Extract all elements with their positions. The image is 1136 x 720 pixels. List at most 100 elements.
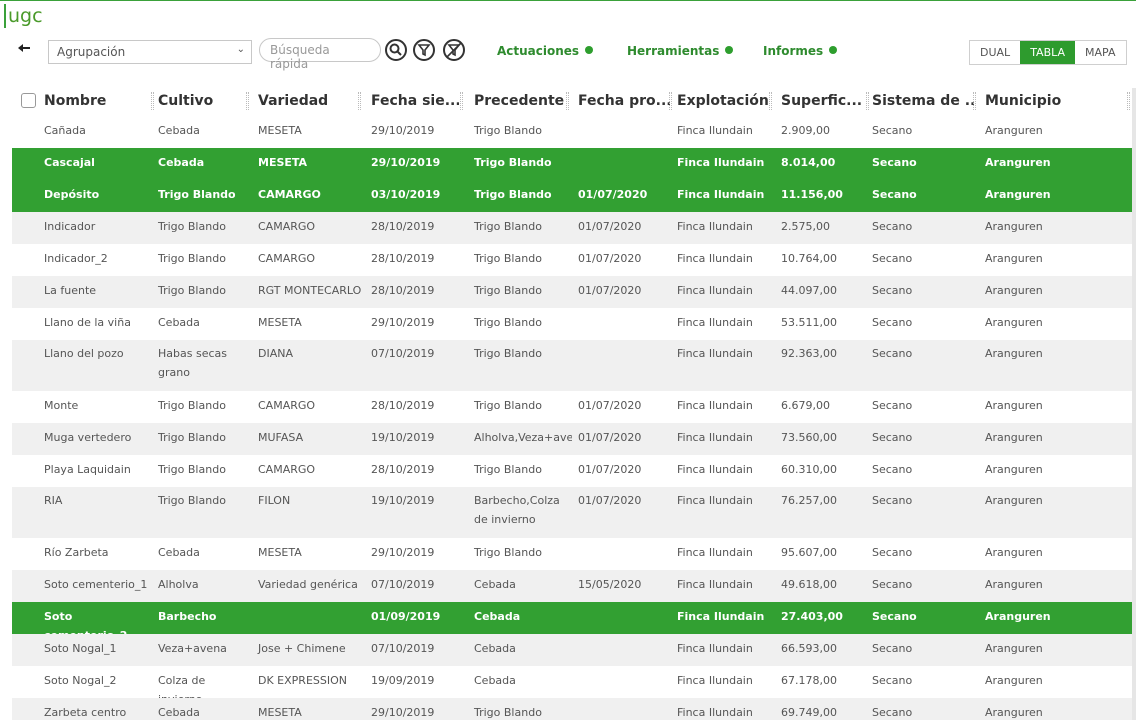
table-row[interactable]: Llano de la viña Cebada MESETA 29/10/2019 Tr… — [12, 308, 1136, 340]
cell-nombre: Soto Nogal_1 — [44, 642, 117, 655]
cell-nombre: Soto Nogal_2 — [44, 674, 117, 687]
cell-explotacion: Finca Ilundain — [677, 347, 753, 360]
cell-nombre: Soto cementerio_1 — [44, 578, 148, 591]
cell-superficie: 27.403,00 — [781, 610, 843, 623]
clear-filter-icon[interactable] — [443, 39, 465, 61]
table-row[interactable]: La fuente Trigo Blando RGT MONTECARLO 28/10… — [12, 276, 1136, 308]
cell-explotacion: Finca Ilundain — [677, 642, 753, 655]
cell-explotacion: Finca Ilundain — [677, 578, 753, 591]
cell-fecha-prevista: 01/07/2020 — [578, 284, 642, 297]
cell-sistema: Secano — [872, 347, 913, 360]
cell-superficie: 49.618,00 — [781, 578, 837, 591]
menu-herramientas[interactable]: Herramientas — [627, 44, 734, 58]
column-separator[interactable] — [973, 92, 976, 110]
col-header-municipio[interactable]: Municipio — [979, 88, 1091, 114]
cell-cultivo: Trigo Blando — [158, 252, 226, 265]
col-header-precedente[interactable]: Precedente — [468, 88, 566, 114]
cell-fecha-prevista: 01/07/2020 — [578, 399, 642, 412]
cell-superficie: 69.749,00 — [781, 706, 837, 719]
cell-nombre: Llano de la viña — [44, 316, 131, 329]
cell-explotacion: Finca Ilundain — [677, 284, 753, 297]
filter-icon[interactable] — [413, 39, 435, 61]
cell-fecha-siembra: 28/10/2019 — [371, 463, 435, 476]
table-row[interactable]: Indicador Trigo Blando CAMARGO 28/10/2019 Tr… — [12, 212, 1136, 244]
cell-variedad: RGT MONTECARLO — [258, 284, 362, 297]
cell-cultivo: Trigo Blando — [158, 188, 236, 201]
table-row[interactable]: Cascajal Cebada MESETA 29/10/2019 Trigo Blan… — [12, 148, 1136, 180]
table-row[interactable]: Río Zarbeta Cebada MESETA 29/10/2019 Trigo B… — [12, 538, 1136, 570]
column-separator[interactable] — [566, 92, 569, 110]
table-row[interactable]: Soto cementerio_2Barbecho01/09/2019Cebad… — [12, 602, 1136, 642]
column-separator[interactable] — [460, 92, 463, 110]
col-header-sistema[interactable]: Sistema de ... — [866, 88, 976, 114]
cell-sistema: Secano — [872, 610, 917, 623]
menu-informes[interactable]: Informes — [763, 44, 838, 58]
col-header-explotacion[interactable]: Explotación — [671, 88, 769, 114]
menu-herramientas-label: Herramientas — [627, 44, 720, 58]
cell-precedente: Trigo Blando — [474, 546, 542, 559]
cell-variedad: CAMARGO — [258, 188, 321, 201]
cell-cultivo: Cebada — [158, 316, 200, 329]
table-row[interactable]: RIA Trigo Blando FILON 19/10/2019 Barbecho,C… — [12, 487, 1136, 538]
cell-superficie: 67.178,00 — [781, 674, 837, 687]
column-separator[interactable] — [1127, 92, 1130, 110]
table-row[interactable]: Indicador_2 Trigo Blando CAMARGO 28/10/2019… — [12, 244, 1136, 276]
table-row[interactable]: Soto cementerio_1 Alholva Variedad genéric… — [12, 570, 1136, 602]
cell-variedad: CAMARGO — [258, 220, 316, 233]
table-row[interactable]: Zarbeta centro Cebada MESETA 29/10/2019 Trig… — [12, 698, 1136, 720]
cell-superficie: 53.511,00 — [781, 316, 837, 329]
col-header-fecha-prevista[interactable]: Fecha pro... — [572, 88, 670, 114]
table-row[interactable]: Monte Trigo Blando CAMARGO 28/10/2019 Trigo … — [12, 391, 1136, 423]
select-all-checkbox[interactable] — [21, 93, 36, 108]
cell-variedad: MESETA — [258, 156, 308, 169]
cell-nombre: RIA — [44, 494, 63, 507]
col-header-fecha-siembra[interactable]: Fecha sie... — [365, 88, 459, 114]
table-row[interactable]: Cañada Cebada MESETA 29/10/2019 Trigo Blando… — [12, 116, 1136, 148]
cell-fecha-siembra: 29/10/2019 — [371, 546, 435, 559]
cell-cultivo: Alholva — [158, 578, 199, 591]
col-header-variedad[interactable]: Variedad — [252, 88, 356, 114]
cell-superficie: 92.363,00 — [781, 347, 837, 360]
cell-superficie: 2.909,00 — [781, 124, 830, 137]
cell-superficie: 2.575,00 — [781, 220, 830, 233]
column-separator[interactable] — [769, 92, 772, 110]
table-row[interactable]: Llano del pozo Habas secas grano DIANA 07/1… — [12, 340, 1136, 391]
cell-variedad: FILON — [258, 494, 291, 507]
view-toggle: DUAL TABLA MAPA — [969, 40, 1127, 65]
col-header-superficie[interactable]: Superfic... — [775, 88, 869, 114]
back-arrow-icon[interactable] — [17, 41, 33, 57]
view-mapa-button[interactable]: MAPA — [1075, 41, 1126, 64]
agrupacion-label: Agrupación — [57, 45, 126, 59]
menu-actuaciones[interactable]: Actuaciones — [497, 44, 594, 58]
column-separator[interactable] — [358, 92, 361, 110]
cell-nombre: Cañada — [44, 124, 86, 137]
col-header-cultivo[interactable]: Cultivo — [152, 88, 248, 114]
scrollbar[interactable] — [1132, 88, 1136, 720]
table-row[interactable]: Muga vertedero Trigo Blando MUFASA 19/10/20… — [12, 423, 1136, 455]
cell-explotacion: Finca Ilundain — [677, 124, 753, 137]
agrupacion-select[interactable]: Agrupación ⌄ — [48, 40, 252, 64]
view-tabla-button[interactable]: TABLA — [1020, 41, 1076, 64]
table-row[interactable]: Playa Laquidain Trigo Blando CAMARGO 28/10/… — [12, 455, 1136, 487]
cell-sistema: Secano — [872, 399, 913, 412]
menu-actuaciones-label: Actuaciones — [497, 44, 580, 58]
cell-sistema: Secano — [872, 642, 913, 655]
cell-explotacion: Finca Ilundain — [677, 316, 753, 329]
title-bar: ugc — [0, 0, 1136, 34]
cell-cultivo: Trigo Blando — [158, 463, 226, 476]
search-input[interactable]: Búsqueda rápida — [259, 38, 381, 71]
cell-superficie: 6.679,00 — [781, 399, 830, 412]
column-separator[interactable] — [246, 92, 249, 110]
cell-precedente: Trigo Blando — [474, 399, 542, 412]
cell-municipio: Aranguren — [985, 610, 1051, 623]
cell-precedente: Cebada — [474, 642, 516, 655]
view-dual-button[interactable]: DUAL — [970, 41, 1021, 64]
table-row[interactable]: Depósito Trigo Blando CAMARGO 03/10/2019 Tri… — [12, 180, 1136, 212]
cell-fecha-siembra: 07/10/2019 — [371, 347, 435, 360]
cell-superficie: 8.014,00 — [781, 156, 836, 169]
search-icon[interactable] — [385, 39, 407, 61]
cell-sistema: Secano — [872, 156, 917, 169]
col-header-nombre[interactable]: Nombre — [38, 88, 150, 114]
table-row[interactable]: Soto Nogal_1 Veza+avena Jose + Chimene 07/1… — [12, 634, 1136, 666]
table-row[interactable]: Soto Nogal_2Colza de inviernoDK EXPRESSI… — [12, 666, 1136, 706]
